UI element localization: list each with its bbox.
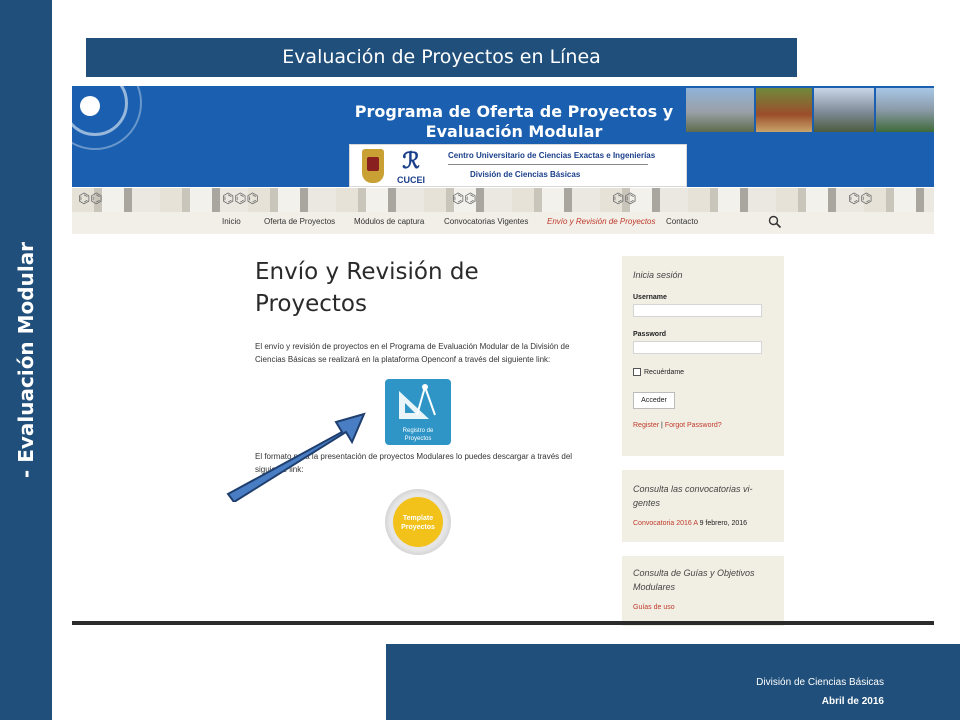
drafting-tools-icon xyxy=(399,384,436,419)
register-link[interactable]: Register xyxy=(633,422,659,429)
nav-item-contacto[interactable]: Contacto xyxy=(666,217,698,226)
password-input[interactable] xyxy=(633,341,762,354)
guias-widget: Consulta de Guías y Objetivos Modulares … xyxy=(622,556,784,626)
registro-proyectos-button[interactable]: Registro de Proyectos xyxy=(385,379,451,445)
campus-photo xyxy=(876,88,934,132)
site-banner: Programa de Oferta de Proyectos y Evalua… xyxy=(72,86,934,187)
program-title-line1: Programa de Oferta de Proyectos y xyxy=(354,102,674,121)
program-title: Programa de Oferta de Proyectos y Evalua… xyxy=(354,102,674,142)
remember-label: Recuérdame xyxy=(644,369,685,376)
convocatorias-title: Consulta las convocatorias vi- gentes xyxy=(633,484,753,508)
molecule-icon: ⌬⌬ xyxy=(612,191,637,207)
nav-item-convocatorias[interactable]: Convocatorias Vigentes xyxy=(444,217,528,226)
main-nav: Inicio Oferta de Proyectos Módulos de ca… xyxy=(72,212,934,234)
convocatoria-date: 9 febrero, 2016 xyxy=(699,520,748,527)
nav-item-modulos-captura[interactable]: Módulos de captura xyxy=(354,217,424,226)
remember-checkbox[interactable] xyxy=(633,368,641,376)
template-proyectos-button[interactable]: Template Proyectos xyxy=(385,489,451,555)
username-label: Username xyxy=(633,294,667,301)
login-title: Inicia sesión xyxy=(633,270,683,280)
division-name: División de Ciencias Básicas xyxy=(470,170,581,179)
guias-link[interactable]: Guías de uso xyxy=(633,604,675,611)
registro-proyectos-label: Registro de Proyectos xyxy=(402,428,434,442)
template-proyectos-label: Template Proyectos xyxy=(401,515,435,531)
forgot-password-link[interactable]: Forgot Password? xyxy=(665,422,722,429)
molecule-icon: ⌬⌬ xyxy=(848,191,873,207)
guias-title: Consulta de Guías y Objetivos Modulares xyxy=(633,568,755,592)
footer-division: División de Ciencias Básicas xyxy=(756,677,884,688)
molecule-icon: ⌬⌬ xyxy=(78,191,103,207)
molecule-decoration-strip: ⌬⌬ ⌬⌬⌬ ⌬⌬ ⌬⌬ ⌬⌬ xyxy=(72,188,934,212)
decorative-dot xyxy=(80,96,100,116)
udg-shield-icon xyxy=(362,149,384,183)
search-icon[interactable] xyxy=(768,215,782,229)
pointer-arrow-icon xyxy=(226,412,366,502)
footer-bar: División de Ciencias Básicas Abril de 20… xyxy=(386,644,960,720)
side-bar: - Evaluación Modular xyxy=(0,0,52,720)
nav-item-envio-revision[interactable]: Envío y Revisión de Proyectos xyxy=(547,217,656,226)
campus-photo xyxy=(814,88,874,132)
screenshot-bottom-border xyxy=(72,621,934,625)
campus-photo xyxy=(756,88,812,132)
molecule-icon: ⌬⌬⌬ xyxy=(222,191,259,207)
slide-title: Evaluación de Proyectos en Línea xyxy=(86,38,797,77)
template-button-face: Template Proyectos xyxy=(393,497,443,547)
center-name: Centro Universitario de Ciencias Exactas… xyxy=(448,151,656,160)
username-input[interactable] xyxy=(633,304,762,317)
campus-photo xyxy=(686,88,754,132)
password-label: Password xyxy=(633,331,667,338)
side-title: - Evaluación Modular xyxy=(14,241,38,479)
nav-item-inicio[interactable]: Inicio xyxy=(222,217,241,226)
cucei-logo-text: CUCEI xyxy=(396,175,425,185)
nav-item-oferta-proyectos[interactable]: Oferta de Proyectos xyxy=(264,217,335,226)
program-title-line2: Evaluación Modular xyxy=(425,122,603,141)
cucei-logo-icon: ℛ xyxy=(402,148,420,174)
login-submit-button[interactable]: Acceder xyxy=(633,392,675,409)
molecule-icon: ⌬⌬ xyxy=(452,191,477,207)
login-widget: Inicia sesión Username Password Recuérda… xyxy=(622,256,784,456)
institution-logo-box: ℛ CUCEI Centro Universitario de Ciencias… xyxy=(349,144,687,187)
page-title: Envío y Revisión de Proyectos xyxy=(255,259,479,317)
convocatorias-widget: Consulta las convocatorias vi- gentes Co… xyxy=(622,470,784,542)
footer-date: Abril de 2016 xyxy=(821,696,884,707)
website-screenshot: Programa de Oferta de Proyectos y Evalua… xyxy=(72,86,934,626)
intro-paragraph: El envío y revisión de proyectos en el P… xyxy=(255,342,570,364)
link-separator: | xyxy=(661,422,663,429)
convocatoria-link[interactable]: Convocatoria 2016 A xyxy=(633,520,698,527)
divider xyxy=(448,164,648,165)
convocatoria-item: Convocatoria 2016 A 9 febrero, 2016 xyxy=(633,520,747,527)
login-links: Register | Forgot Password? xyxy=(633,422,722,429)
